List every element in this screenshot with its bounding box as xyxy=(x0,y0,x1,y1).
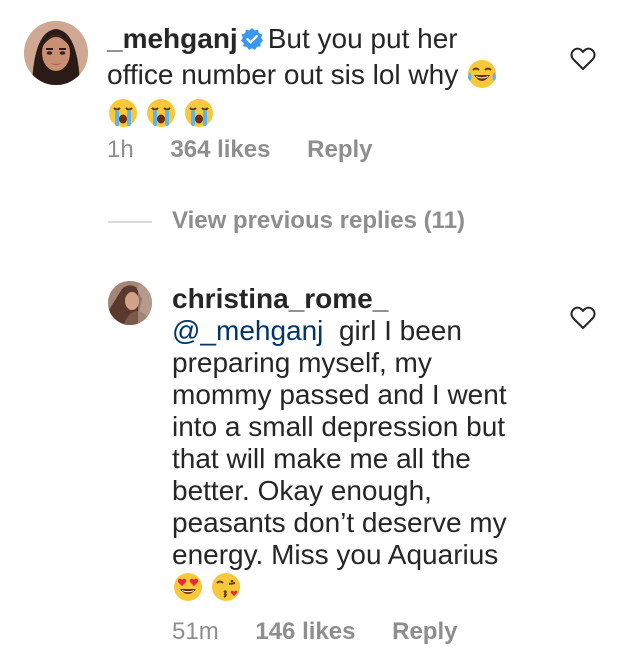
reply-avatar[interactable] xyxy=(108,281,152,325)
reply-text-line: better. Okay enough, xyxy=(172,475,432,506)
comment-reply-button[interactable]: Reply xyxy=(307,136,372,164)
verified-badge-icon xyxy=(240,26,264,58)
loudly-crying-face-icon xyxy=(183,97,215,136)
comment-text: _mehganj But you put her office number ou… xyxy=(107,23,547,136)
comment-username[interactable]: _mehganj xyxy=(107,23,238,54)
reply-text-first: girl I been xyxy=(338,315,462,346)
comment-likes[interactable]: 364 likes xyxy=(170,136,270,164)
comment-meta: 1h 364 likes Reply xyxy=(107,136,403,164)
reply-text-line: preparing myself, my xyxy=(172,347,432,378)
avatar-image xyxy=(24,21,88,85)
reply-username[interactable]: christina_rome_ xyxy=(172,283,388,314)
reply-like-heart-icon[interactable] xyxy=(570,306,596,335)
loudly-crying-face-icon xyxy=(145,97,177,136)
reply-text: christina_rome_ @_mehganj girl I been pr… xyxy=(172,283,557,610)
reply-reply-button[interactable]: Reply xyxy=(392,618,457,646)
reply-time: 51m xyxy=(172,618,219,645)
reply-text-line: mommy passed and I went xyxy=(172,379,507,410)
reply-text-line: peasants don’t deserve my xyxy=(172,507,507,538)
comment-text-line2: office number out sis lol why xyxy=(107,59,459,90)
reply-text-line: that will make me all the xyxy=(172,443,471,474)
face-with-tears-of-joy-icon xyxy=(466,58,498,97)
avatar[interactable] xyxy=(24,21,88,85)
reply-mention[interactable]: @_mehganj xyxy=(172,315,323,346)
reply-likes[interactable]: 146 likes xyxy=(255,618,355,646)
comment-time: 1h xyxy=(107,136,134,163)
like-heart-icon[interactable] xyxy=(570,47,596,76)
reply-text-line: into a small depression but xyxy=(172,411,506,442)
comment-text-line1: But you put her xyxy=(267,23,458,54)
reply-meta: 51m 146 likes Reply xyxy=(172,618,487,646)
face-blowing-a-kiss-icon xyxy=(210,571,242,610)
smiling-face-with-heart-eyes-icon xyxy=(172,571,204,610)
view-replies-divider xyxy=(108,221,152,223)
reply-text-line: energy. Miss you Aquarius xyxy=(172,539,499,570)
view-previous-replies-label[interactable]: View previous replies (11) xyxy=(172,207,465,235)
reply-avatar-image xyxy=(108,281,152,325)
loudly-crying-face-icon xyxy=(107,97,139,136)
